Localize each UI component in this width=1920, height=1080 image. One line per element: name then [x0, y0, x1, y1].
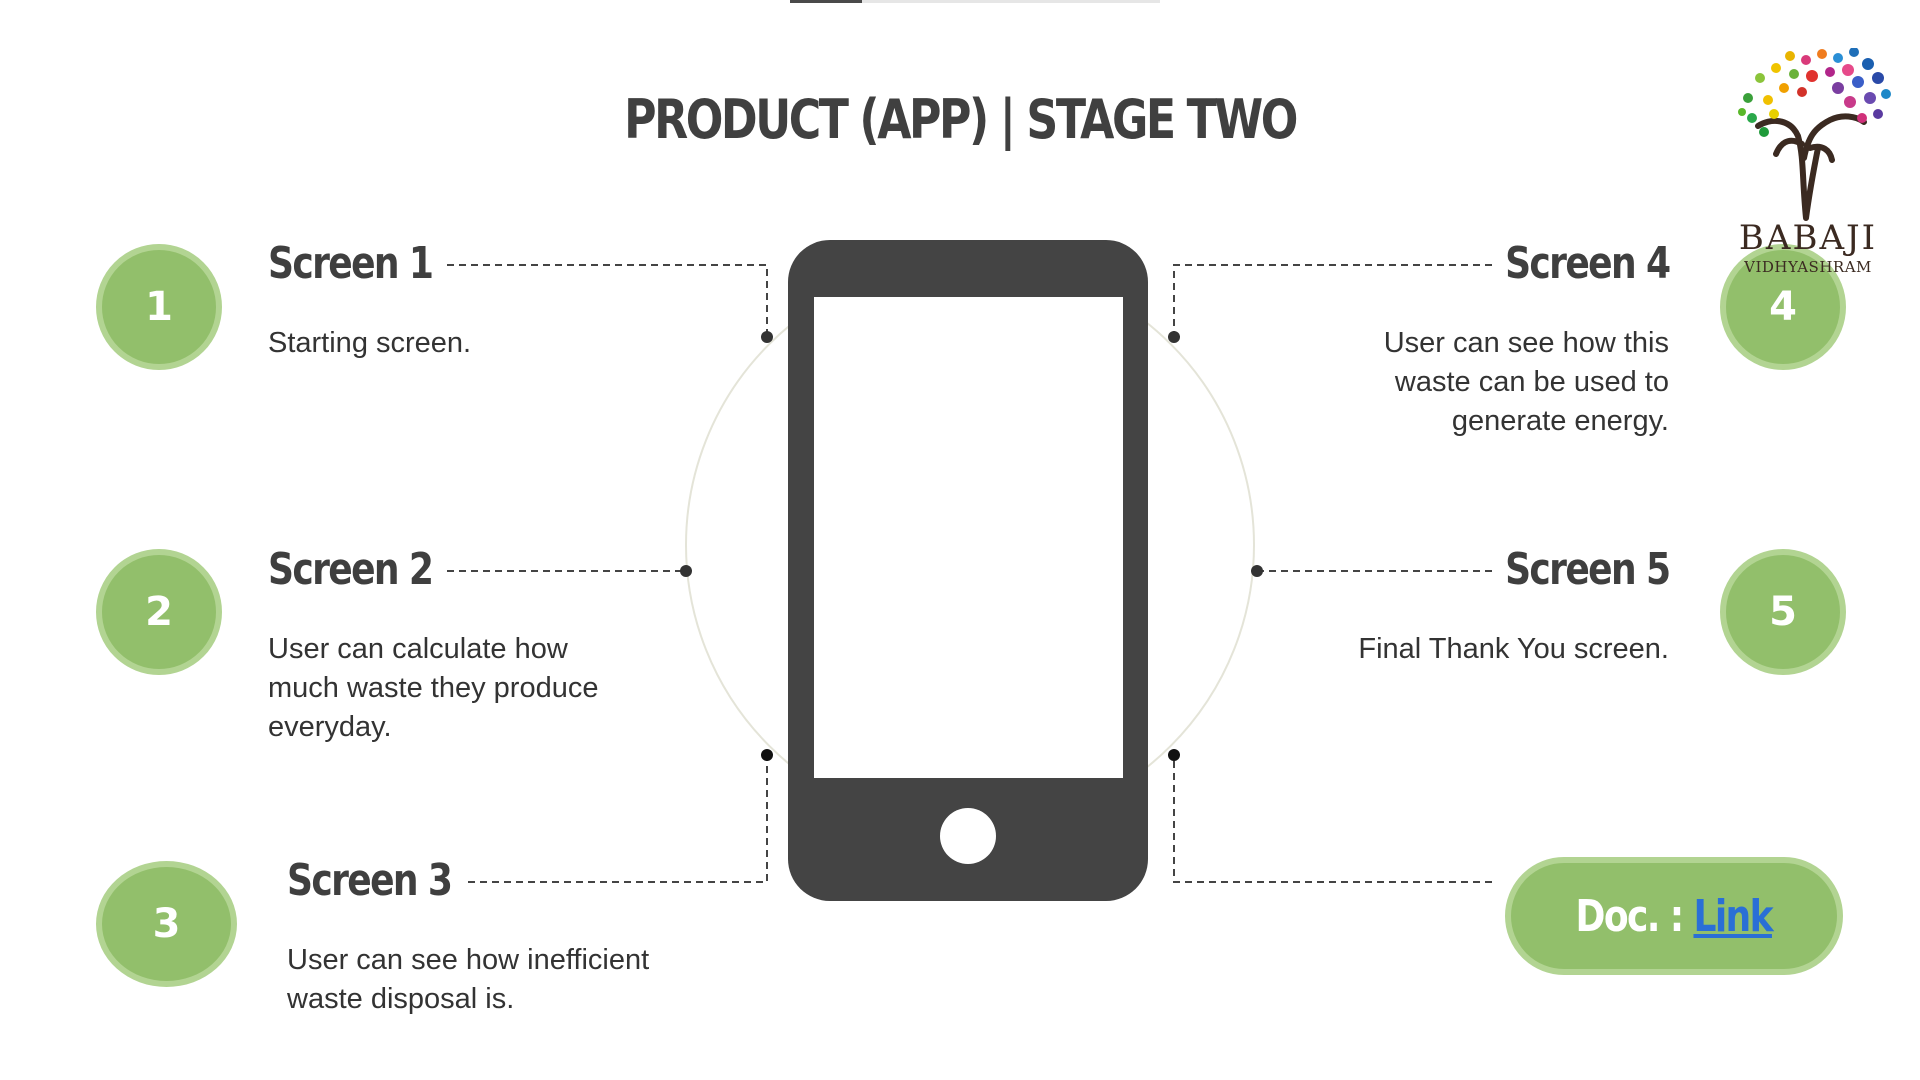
screen-5-heading: Screen 5 — [1504, 544, 1671, 595]
connector-dot — [761, 749, 773, 761]
doc-link[interactable]: Link — [1694, 891, 1774, 942]
connector-dot — [680, 565, 692, 577]
screen-4-description: User can see how this waste can be used … — [1383, 327, 1669, 437]
screen-5-badge: 5 — [1720, 549, 1846, 675]
screen-4-heading: Screen 4 — [1504, 238, 1671, 289]
screen-3-badge: 3 — [96, 861, 237, 987]
phone-screen — [814, 297, 1123, 778]
connector-dot — [1168, 331, 1180, 343]
logo-name: BABAJI — [1738, 218, 1878, 258]
screen-1-heading: Screen 1 — [268, 238, 434, 289]
screen-1-badge: 1 — [96, 244, 222, 370]
screen-2-badge: 2 — [96, 549, 222, 675]
doc-label: Doc. : — [1575, 890, 1685, 942]
screen-3-description: User can see how inefficient waste dispo… — [287, 944, 650, 1015]
phone-home-button — [940, 808, 996, 864]
doc-link-button[interactable]: Doc. : Link — [1505, 857, 1843, 975]
slide: PRODUCT (APP) | STAGE TWO 1 2 3 4 5 Scre… — [0, 0, 1920, 1080]
screen-2-description: User can calculate how much waste they p… — [268, 633, 599, 743]
connector-dot — [761, 331, 773, 343]
screen-1-description: Starting screen. — [268, 327, 472, 359]
screen-2-heading: Screen 2 — [268, 544, 434, 595]
connector-dot — [1251, 565, 1263, 577]
connector-screen-3 — [468, 755, 768, 883]
babaji-vidhyashram-logo: BABAJI VIDHYASHRAM — [1718, 47, 1898, 288]
logo-subtitle: VIDHYASHRAM — [1744, 258, 1872, 276]
screen-3-heading: Screen 3 — [287, 855, 453, 906]
connector-dot — [1168, 749, 1180, 761]
screen-5-description: Final Thank You screen. — [1358, 633, 1669, 665]
doc-link-content: Doc. : Link — [1575, 890, 1774, 942]
tree-logo-icon — [1738, 47, 1891, 221]
connector-doc — [1173, 755, 1492, 883]
